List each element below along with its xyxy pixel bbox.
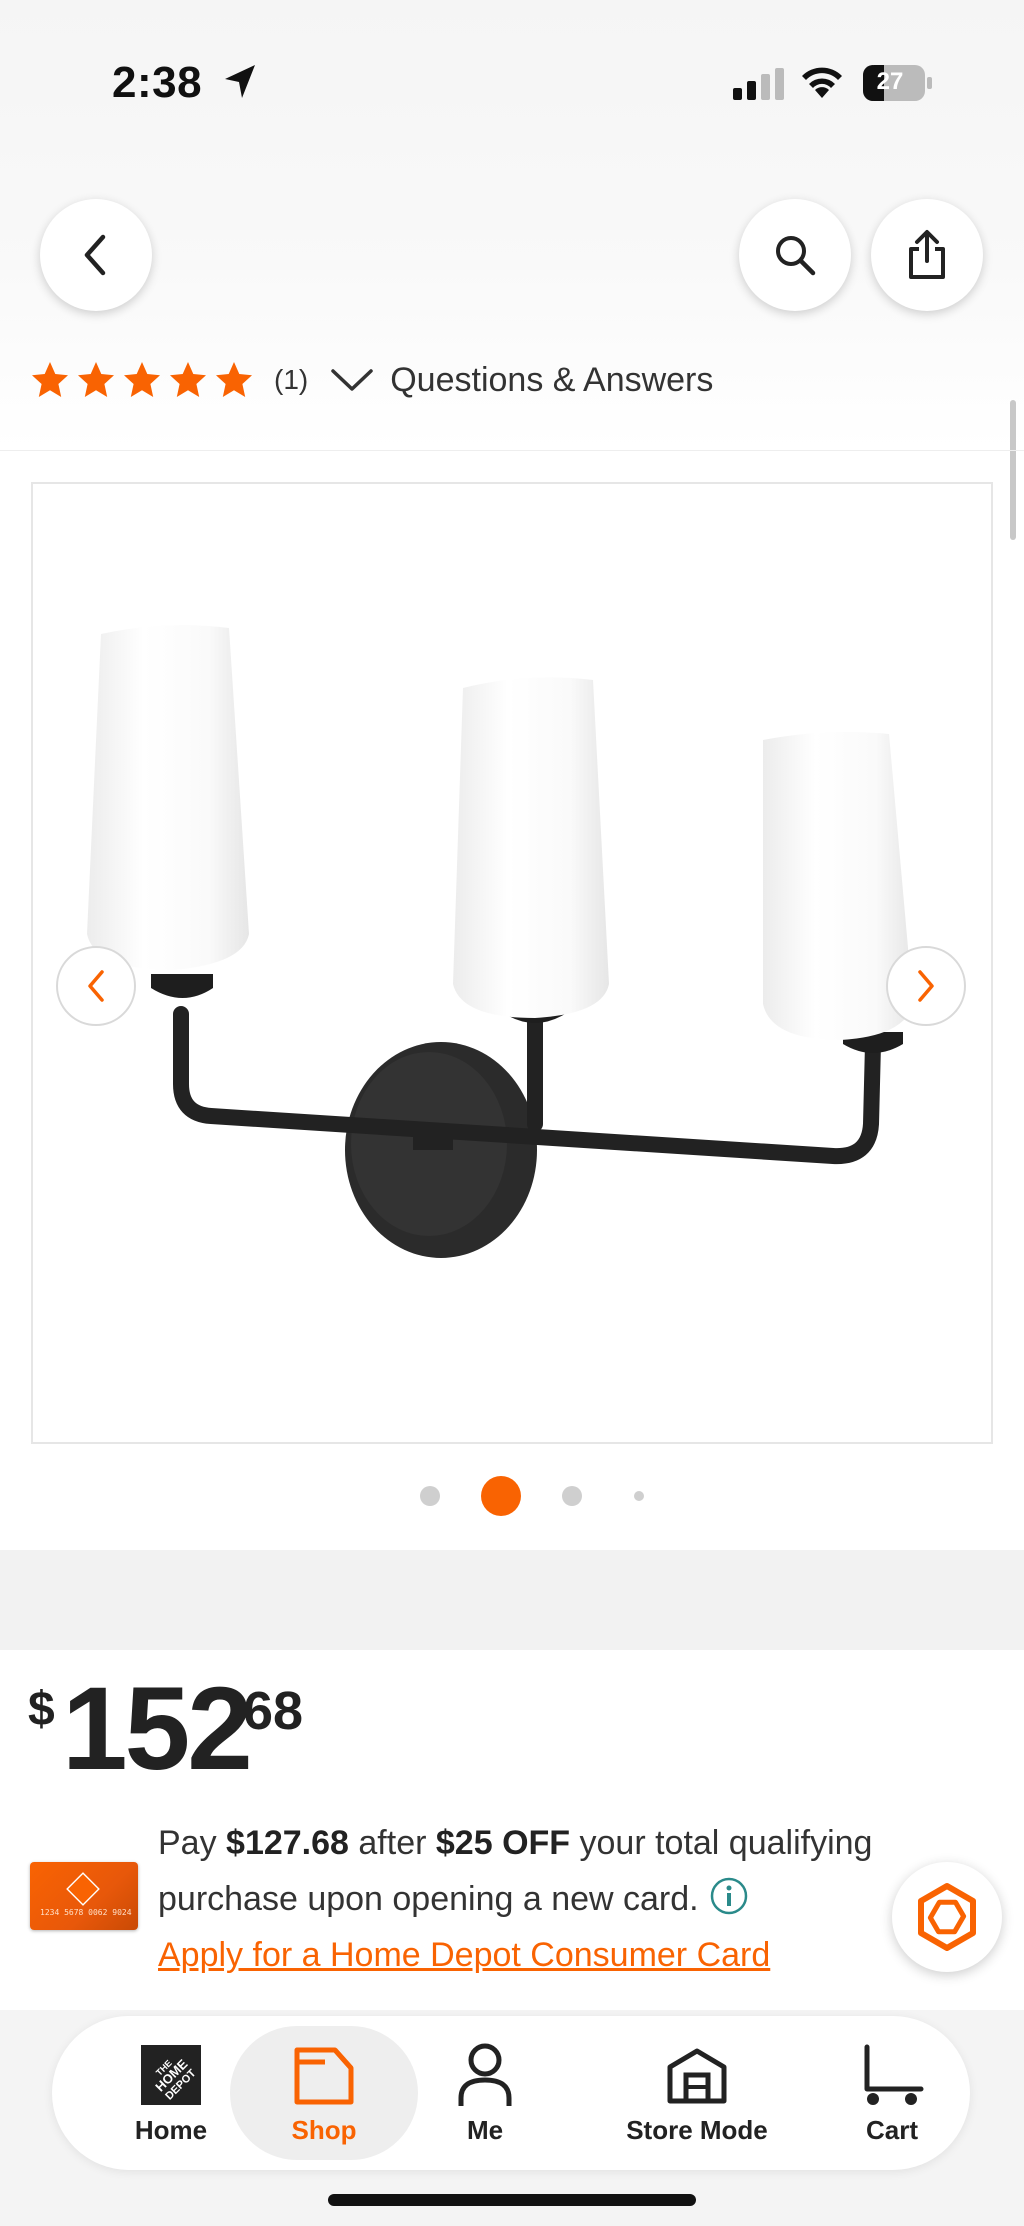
offer-after-text: after (348, 1824, 436, 1862)
tab-store-mode-label: Store Mode (626, 2115, 768, 2145)
info-icon[interactable] (709, 1876, 749, 1916)
carousel-pagination (0, 1476, 1024, 1516)
store-icon (667, 2048, 727, 2104)
wifi-icon (802, 67, 842, 98)
tab-home[interactable]: THE HOME DEPOT Home (106, 2016, 236, 2170)
star-icon (170, 362, 206, 397)
credit-card-offer: 1234 5678 0062 9024 Pay $127.68 after $2… (30, 1815, 910, 1995)
chat-assistant-button[interactable] (892, 1862, 1002, 1972)
product-image-carousel[interactable] (31, 482, 993, 1444)
tab-store-mode[interactable]: Store Mode (592, 2016, 802, 2170)
tab-shop-label: Shop (291, 2115, 357, 2145)
offer-pay-prefix: Pay (158, 1824, 227, 1862)
chevron-right-icon (918, 970, 934, 1002)
card-number: 1234 5678 0062 9024 (40, 1908, 132, 1917)
pagination-dot[interactable] (562, 1486, 582, 1506)
home-indicator (328, 2194, 696, 2206)
price-cents: 68 (243, 1681, 304, 1741)
bottom-tab-bar: THE HOME DEPOT Home Shop Me Store Mode C… (52, 2016, 970, 2170)
star-icon (32, 362, 68, 397)
cellular-signal-icon (733, 68, 784, 100)
pagination-dot[interactable] (634, 1491, 644, 1501)
questions-answers-link[interactable]: Questions & Answers (390, 361, 713, 400)
star-icon (78, 362, 114, 397)
home-depot-card-image: 1234 5678 0062 9024 (30, 1862, 138, 1930)
tab-me[interactable]: Me (430, 2016, 540, 2170)
apply-card-link[interactable]: Apply for a Home Depot Consumer Card (158, 1927, 770, 1983)
price-dollars: 152 (62, 1663, 253, 1795)
search-icon (776, 236, 816, 276)
tab-cart-label: Cart (865, 2115, 918, 2145)
person-icon (458, 2043, 512, 2106)
star-rating (30, 360, 254, 400)
star-icon (124, 362, 160, 397)
scroll-indicator (1010, 400, 1016, 540)
status-bar: 2:38 27 (0, 0, 1024, 165)
previous-image-button[interactable] (56, 946, 136, 1026)
assistant-hexagon-icon (918, 1883, 976, 1951)
price-currency: $ (28, 1683, 55, 1736)
divider (0, 450, 1024, 451)
chevron-down-icon[interactable] (330, 366, 374, 394)
home-depot-logo-icon: THE HOME DEPOT (141, 2045, 201, 2105)
offer-pay-amount: $127.68 (226, 1824, 349, 1862)
chevron-left-icon (88, 970, 104, 1002)
section-divider (0, 1550, 1024, 1650)
pagination-dot[interactable] (420, 1486, 440, 1506)
tab-me-label: Me (466, 2115, 504, 2145)
review-count[interactable]: (1) (274, 364, 308, 396)
search-button[interactable] (739, 199, 851, 311)
back-button[interactable] (40, 199, 152, 311)
product-image (87, 625, 913, 1258)
share-button[interactable] (871, 199, 983, 311)
next-image-button[interactable] (886, 946, 966, 1026)
rating-row[interactable]: (1) Questions & Answers (30, 355, 713, 405)
battery-level: 27 (876, 68, 904, 95)
status-time: 2:38 (112, 58, 203, 107)
offer-discount: $25 OFF (435, 1824, 571, 1862)
share-icon (909, 230, 945, 279)
location-arrow-icon (225, 65, 255, 98)
pagination-dot-active[interactable] (481, 1476, 521, 1516)
chevron-left-icon (84, 234, 106, 276)
star-icon (216, 362, 252, 397)
shop-tag-icon (294, 2047, 354, 2105)
cart-icon (864, 2044, 924, 2105)
tab-cart[interactable]: Cart (842, 2016, 942, 2170)
tab-shop[interactable]: Shop (252, 2016, 396, 2170)
home-depot-logo (66, 1872, 100, 1906)
offer-text: Pay $127.68 after $25 OFF your total qua… (158, 1815, 918, 1927)
tab-home-label: Home (134, 2115, 208, 2145)
